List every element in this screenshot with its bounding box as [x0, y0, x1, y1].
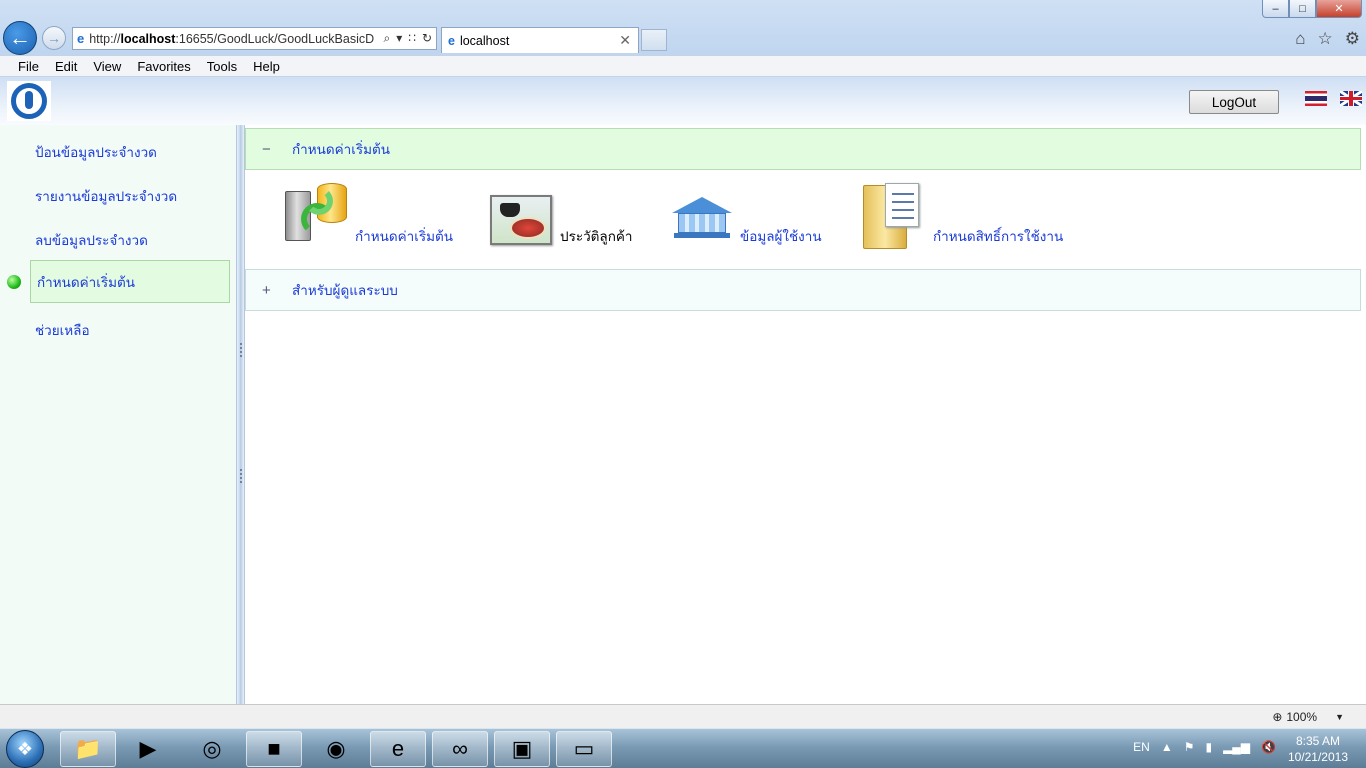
logo-icon — [11, 83, 47, 119]
favorites-star-icon[interactable]: ☆ — [1318, 29, 1333, 49]
zoom-level: 100% — [1286, 710, 1318, 724]
clock-time: 8:35 AM — [1295, 734, 1340, 748]
taskbar-clock[interactable]: 8:35 AM 10/21/2013 — [1288, 733, 1348, 765]
tile-label[interactable]: กำหนดสิทธิ์การใช้งาน — [933, 225, 1063, 249]
notepad-icon[interactable]: ▭ — [556, 731, 612, 767]
tile-permission-settings[interactable]: กำหนดสิทธิ์การใช้งาน — [863, 183, 1063, 249]
volume-muted-icon[interactable]: 🔇 — [1261, 740, 1276, 754]
tile-label[interactable]: ประวัติลูกค้า — [560, 225, 632, 249]
pane-splitter[interactable] — [236, 125, 245, 704]
uk-flag-icon[interactable] — [1340, 91, 1362, 106]
address-url[interactable]: http://localhost:16655/GoodLuck/GoodLuck… — [89, 32, 379, 46]
file-explorer-icon[interactable]: 📁 — [60, 731, 116, 767]
office-icon[interactable]: ▣ — [494, 731, 550, 767]
visual-studio-icon[interactable]: ∞ — [432, 731, 488, 767]
forward-button[interactable]: → — [42, 26, 66, 50]
close-window-button[interactable]: ✕ — [1316, 0, 1362, 18]
media-player-icon[interactable]: ▶ — [120, 731, 176, 767]
tab-close-icon[interactable]: ✕ — [619, 32, 638, 49]
action-center-flag-icon[interactable]: ⚑ — [1184, 740, 1195, 754]
network-signal-icon[interactable]: ▂▄▆ — [1223, 740, 1250, 754]
windows-taskbar: ❖ 📁 ▶ ◎ ■ ◉ e ∞ ▣ ▭ EN ▲ ⚑ ▮ ▂▄▆ 🔇 8:35 … — [0, 728, 1366, 768]
settings-gear-icon[interactable]: ⚙ — [1345, 29, 1360, 49]
bank-building-icon — [670, 183, 736, 249]
tab-title: localhost — [459, 33, 510, 48]
menu-tools[interactable]: Tools — [207, 59, 237, 74]
menu-help[interactable]: Help — [253, 59, 280, 74]
search-icon[interactable]: ⌕ — [384, 31, 391, 46]
sidebar-item-initial-settings[interactable]: กำหนดค่าเริ่มต้น — [30, 260, 230, 303]
tile-initial-settings[interactable]: กำหนดค่าเริ่มต้น — [285, 183, 453, 249]
section-title: สำหรับผู้ดูแลระบบ — [292, 283, 398, 298]
back-button[interactable]: ← — [3, 21, 37, 55]
minimize-button[interactable]: – — [1262, 0, 1289, 18]
compatibility-view-icon[interactable]: ∷ — [408, 31, 416, 46]
tile-customer-history[interactable]: ประวัติลูกค้า — [490, 183, 632, 249]
customer-photo-icon — [490, 183, 556, 249]
back-arrow-icon: ← — [9, 25, 31, 50]
browser-toolbar-icons: ⌂ ☆ ⚙ — [1295, 29, 1360, 49]
chrome-icon[interactable]: ◎ — [184, 731, 240, 767]
browser-chrome: – □ ✕ ← → e http://localhost:16655/GoodL… — [0, 0, 1366, 77]
browser-status-bar: ⊕ 100% ▼ — [0, 704, 1366, 728]
sidebar-item-delete-period-data[interactable]: ลบข้อมูลประจำงวด — [35, 229, 148, 251]
command-prompt-icon[interactable]: ■ — [246, 731, 302, 767]
active-indicator-icon — [7, 275, 21, 289]
sidebar-item-period-report[interactable]: รายงานข้อมูลประจำงวด — [35, 185, 177, 207]
system-tray: EN ▲ ⚑ ▮ ▂▄▆ 🔇 — [1133, 740, 1276, 754]
ie-page-icon: e — [77, 31, 85, 46]
start-button[interactable]: ❖ — [6, 730, 44, 768]
window-controls: – □ ✕ — [1262, 0, 1362, 19]
menu-edit[interactable]: Edit — [55, 59, 77, 74]
sidebar-item-help[interactable]: ช่วยเหลือ — [35, 319, 90, 341]
menu-view[interactable]: View — [93, 59, 121, 74]
collapse-icon[interactable]: − — [246, 141, 292, 158]
page-header: LogOut — [0, 77, 1366, 125]
firefox-icon[interactable]: ◉ — [308, 731, 364, 767]
ie-tab-icon: e — [448, 33, 455, 48]
zoom-control[interactable]: ⊕ 100% ▼ — [1272, 710, 1344, 724]
sidebar-item-label: กำหนดค่าเริ่มต้น — [37, 274, 136, 290]
main-content: − กำหนดค่าเริ่มต้น กำหนดค่าเริ่มต้น ประว… — [245, 125, 1366, 704]
forward-arrow-icon: → — [47, 30, 61, 46]
language-indicator[interactable]: EN — [1133, 740, 1150, 754]
power-icon[interactable]: ▮ — [1205, 740, 1212, 754]
clock-date: 10/21/2013 — [1287, 750, 1348, 764]
splitter-grip-icon — [240, 469, 242, 483]
refresh-icon[interactable]: ↻ — [422, 31, 432, 46]
chevron-down-icon[interactable]: ▼ — [1335, 712, 1344, 722]
app-logo — [7, 81, 51, 121]
folder-document-icon — [863, 183, 929, 249]
sidebar-item-enter-period-data[interactable]: ป้อนข้อมูลประจำงวด — [35, 141, 157, 163]
tile-label[interactable]: ข้อมูลผู้ใช้งาน — [740, 225, 822, 249]
dropdown-arrow-icon[interactable]: ▾ — [396, 31, 402, 46]
menu-favorites[interactable]: Favorites — [137, 59, 190, 74]
expand-icon[interactable]: + — [246, 282, 292, 299]
background-tabs — [672, 30, 1232, 50]
server-database-sync-icon — [285, 183, 351, 249]
menu-bar: File Edit View Favorites Tools Help — [0, 55, 1366, 77]
thai-flag-icon[interactable] — [1305, 91, 1327, 106]
show-hidden-icons-icon[interactable]: ▲ — [1161, 740, 1173, 754]
sidebar: ป้อนข้อมูลประจำงวด รายงานข้อมูลประจำงวด … — [0, 125, 236, 704]
section-title: กำหนดค่าเริ่มต้น — [292, 142, 391, 157]
windows-logo-icon: ❖ — [16, 738, 34, 759]
new-tab-button[interactable] — [641, 29, 667, 51]
section-admin-header[interactable]: + สำหรับผู้ดูแลระบบ — [245, 269, 1361, 311]
maximize-button[interactable]: □ — [1289, 0, 1316, 18]
address-bar[interactable]: e http://localhost:16655/GoodLuck/GoodLu… — [72, 27, 437, 50]
logout-button[interactable]: LogOut — [1189, 90, 1279, 114]
zoom-icon: ⊕ — [1272, 710, 1283, 724]
home-icon[interactable]: ⌂ — [1295, 29, 1305, 49]
section-initial-settings-header[interactable]: − กำหนดค่าเริ่มต้น — [245, 128, 1361, 170]
tile-label[interactable]: กำหนดค่าเริ่มต้น — [355, 225, 453, 249]
splitter-grip-icon — [240, 343, 242, 357]
internet-explorer-icon[interactable]: e — [370, 731, 426, 767]
browser-tab-active[interactable]: e localhost ✕ — [441, 27, 639, 53]
menu-file[interactable]: File — [18, 59, 39, 74]
tile-user-info[interactable]: ข้อมูลผู้ใช้งาน — [670, 183, 822, 249]
